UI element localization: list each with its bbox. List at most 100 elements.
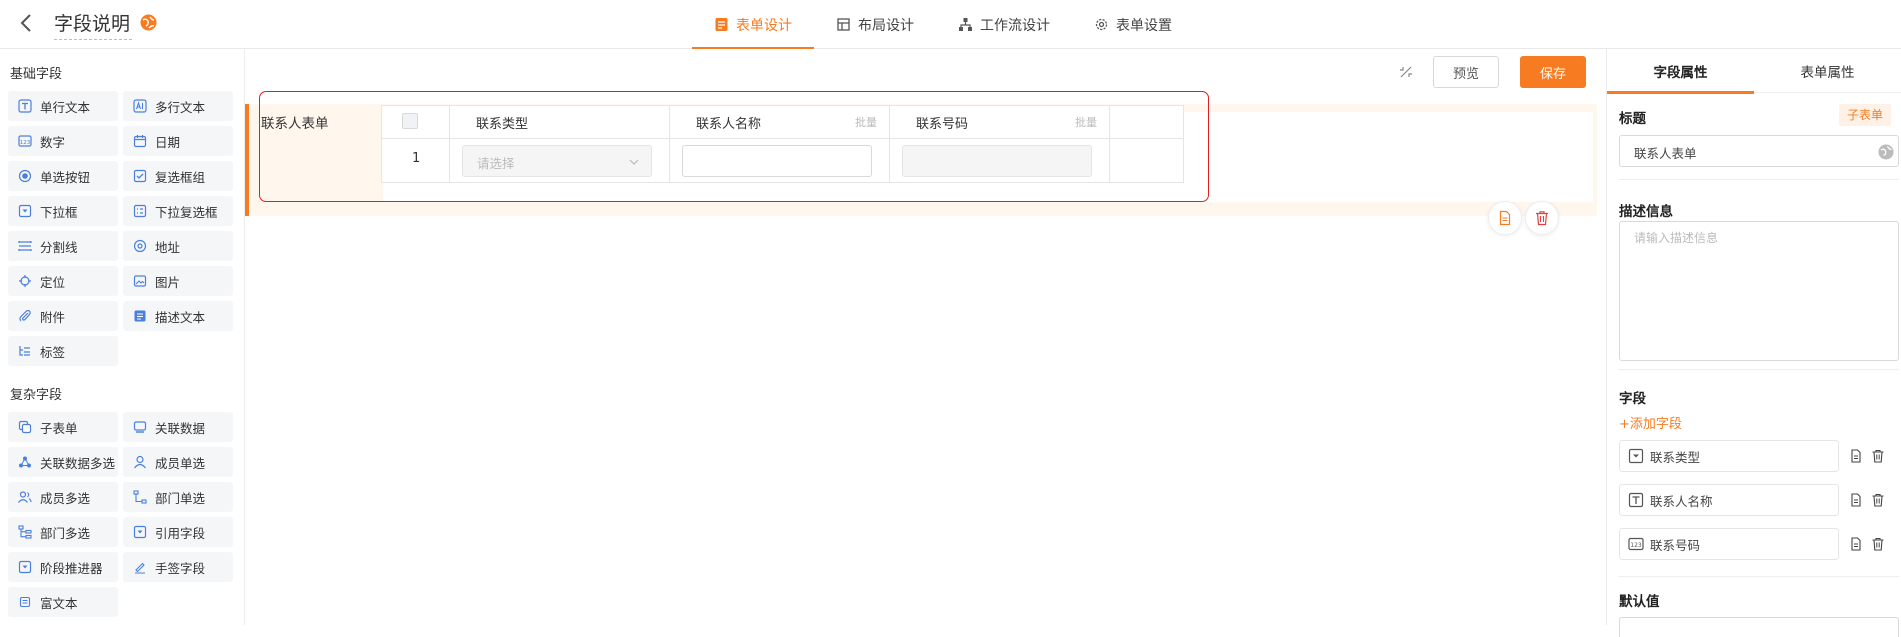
- palette-item-description-text[interactable]: 描述文本: [123, 301, 233, 331]
- palette-item-label: 子表单: [40, 420, 78, 436]
- trash-icon[interactable]: [1871, 493, 1885, 507]
- palette-item-label: 关联数据: [155, 420, 206, 436]
- palette-item-label: 复选框组: [155, 169, 206, 185]
- tab-form-design[interactable]: 表单设计: [692, 0, 814, 50]
- palette-item-dropdown[interactable]: 下拉框: [8, 196, 118, 226]
- column-header-label: 联系人名称: [696, 117, 762, 132]
- palette-item-member-single[interactable]: 成员单选: [123, 447, 233, 477]
- tab-label: 布局设计: [858, 17, 914, 34]
- description-icon: [134, 310, 146, 322]
- palette-item-department-single[interactable]: 部门单选: [123, 482, 233, 512]
- multiline-text-icon: [133, 99, 147, 113]
- palette-item-subform[interactable]: 子表单: [8, 412, 118, 442]
- palette-item-linked-data[interactable]: 关联数据: [123, 412, 233, 442]
- trash-icon: [1536, 211, 1548, 226]
- palette-item-dropdown-checkbox[interactable]: 下拉复选框: [123, 196, 233, 226]
- column-header[interactable]: 联系号码 批量: [890, 106, 1110, 139]
- subform-data-row: 1 请选择: [382, 139, 1183, 183]
- column-header[interactable]: 联系人名称 批量: [670, 106, 890, 139]
- copy-field-button[interactable]: [1488, 201, 1522, 235]
- palette-item-department-multi[interactable]: 部门多选: [8, 517, 118, 547]
- gear-icon: [1095, 18, 1108, 31]
- tab-label: 表单属性: [1800, 65, 1855, 81]
- palette-item-address[interactable]: 地址: [123, 231, 233, 261]
- palette-item-label: 下拉复选框: [155, 204, 218, 220]
- palette-item-linked-data-multi[interactable]: 关联数据多选: [8, 447, 118, 477]
- page-title[interactable]: 字段说明: [54, 9, 133, 40]
- contact-number-input[interactable]: [902, 145, 1092, 177]
- palette-item-checkbox-group[interactable]: 复选框组: [123, 161, 233, 191]
- palette-item-label: 标签: [40, 344, 66, 360]
- copy-document-icon[interactable]: [1849, 537, 1863, 551]
- palette-item-tag[interactable]: 标签: [8, 336, 118, 366]
- palette-item-label: 阶段推进器: [40, 560, 103, 576]
- select-all-checkbox[interactable]: [402, 113, 418, 129]
- subform-table: 联系类型 联系人名称 批量 联系号码 批量 1 请选择: [381, 105, 1184, 183]
- trash-icon[interactable]: [1871, 537, 1885, 551]
- subfield-label: 联系类型: [1650, 449, 1701, 465]
- palette-item-multi-line-text[interactable]: 多行文本: [123, 91, 233, 121]
- back-arrow-icon[interactable]: [18, 12, 36, 34]
- palette-item-rich-text[interactable]: 富文本: [8, 587, 118, 617]
- globe-icon[interactable]: [140, 14, 157, 31]
- preview-button[interactable]: 预览: [1433, 56, 1499, 88]
- globe-icon[interactable]: [1878, 144, 1894, 160]
- contact-type-select[interactable]: 请选择: [462, 145, 652, 177]
- svg-text:123: 123: [20, 140, 31, 146]
- row-number-cell: 1: [382, 139, 450, 183]
- palette-item-label: 成员多选: [40, 490, 91, 506]
- delete-field-button[interactable]: [1525, 201, 1559, 235]
- collapse-icon[interactable]: [1397, 63, 1415, 81]
- svg-text:123: 123: [1630, 542, 1642, 549]
- copy-document-icon[interactable]: [1849, 493, 1863, 507]
- palette-item-divider[interactable]: 分割线: [8, 231, 118, 261]
- paperclip-icon: [19, 309, 31, 322]
- palette-item-stage-progressor[interactable]: 阶段推进器: [8, 552, 118, 582]
- contact-type-cell: 请选择: [450, 139, 670, 183]
- save-button[interactable]: 保存: [1520, 56, 1586, 88]
- palette-item-signature[interactable]: 手签字段: [123, 552, 233, 582]
- palette-item-reference-field[interactable]: 引用字段: [123, 517, 233, 547]
- tab-layout-design[interactable]: 布局设计: [814, 0, 936, 49]
- fields-label: 字段: [1619, 391, 1646, 407]
- subfield-row-contact-name[interactable]: 联系人名称: [1619, 484, 1839, 516]
- tab-form-properties[interactable]: 表单属性: [1754, 49, 1901, 93]
- dropdown-icon: [18, 204, 32, 218]
- subfield-row-contact-number[interactable]: 123 联系号码: [1619, 528, 1839, 560]
- palette-item-positioning[interactable]: 定位: [8, 266, 118, 296]
- departments-icon: [18, 525, 32, 539]
- title-label: 标题: [1619, 111, 1646, 127]
- palette-item-label: 部门单选: [155, 490, 206, 506]
- designer-tabs: 表单设计 布局设计 工作流设计 表单设置: [692, 0, 1194, 50]
- batch-edit-link[interactable]: 批量: [1075, 114, 1097, 130]
- contact-name-input[interactable]: [682, 145, 872, 177]
- column-header[interactable]: 联系类型: [450, 106, 670, 139]
- tab-form-settings[interactable]: 表单设置: [1072, 0, 1194, 49]
- palette-item-single-line-text[interactable]: 单行文本: [8, 91, 118, 121]
- default-value-input[interactable]: [1619, 617, 1899, 637]
- description-textarea[interactable]: 请输入描述信息: [1619, 221, 1899, 361]
- palette-item-radio[interactable]: 单选按钮: [8, 161, 118, 191]
- batch-edit-link[interactable]: 批量: [855, 114, 877, 130]
- tab-field-properties[interactable]: 字段属性: [1607, 49, 1754, 94]
- copy-document-icon[interactable]: [1849, 449, 1863, 463]
- palette-item-attachment[interactable]: 附件: [8, 301, 118, 331]
- field-palette: 基础字段 单行文本 多行文本 123 数字 日期 单选按钮 复选框组 下拉框 下…: [0, 49, 245, 625]
- palette-item-label: 描述文本: [155, 309, 206, 325]
- tab-label: 工作流设计: [980, 17, 1050, 34]
- palette-item-label: 关联数据多选: [40, 455, 116, 471]
- add-field-link[interactable]: +添加字段: [1619, 413, 1682, 432]
- palette-item-label: 手签字段: [155, 560, 206, 576]
- divider: [1619, 369, 1899, 370]
- trash-icon[interactable]: [1871, 449, 1885, 463]
- properties-tabs: 字段属性 表单属性: [1607, 49, 1901, 94]
- subfield-row-contact-type[interactable]: 联系类型: [1619, 440, 1839, 472]
- tab-workflow-design[interactable]: 工作流设计: [936, 0, 1072, 49]
- palette-item-label: 单行文本: [40, 99, 91, 115]
- palette-item-member-multi[interactable]: 成员多选: [8, 482, 118, 512]
- crosshair-icon: [19, 275, 31, 287]
- title-input[interactable]: 联系人表单: [1619, 135, 1899, 167]
- palette-item-image[interactable]: 图片: [123, 266, 233, 296]
- palette-item-date[interactable]: 日期: [123, 126, 233, 156]
- palette-item-number[interactable]: 123 数字: [8, 126, 118, 156]
